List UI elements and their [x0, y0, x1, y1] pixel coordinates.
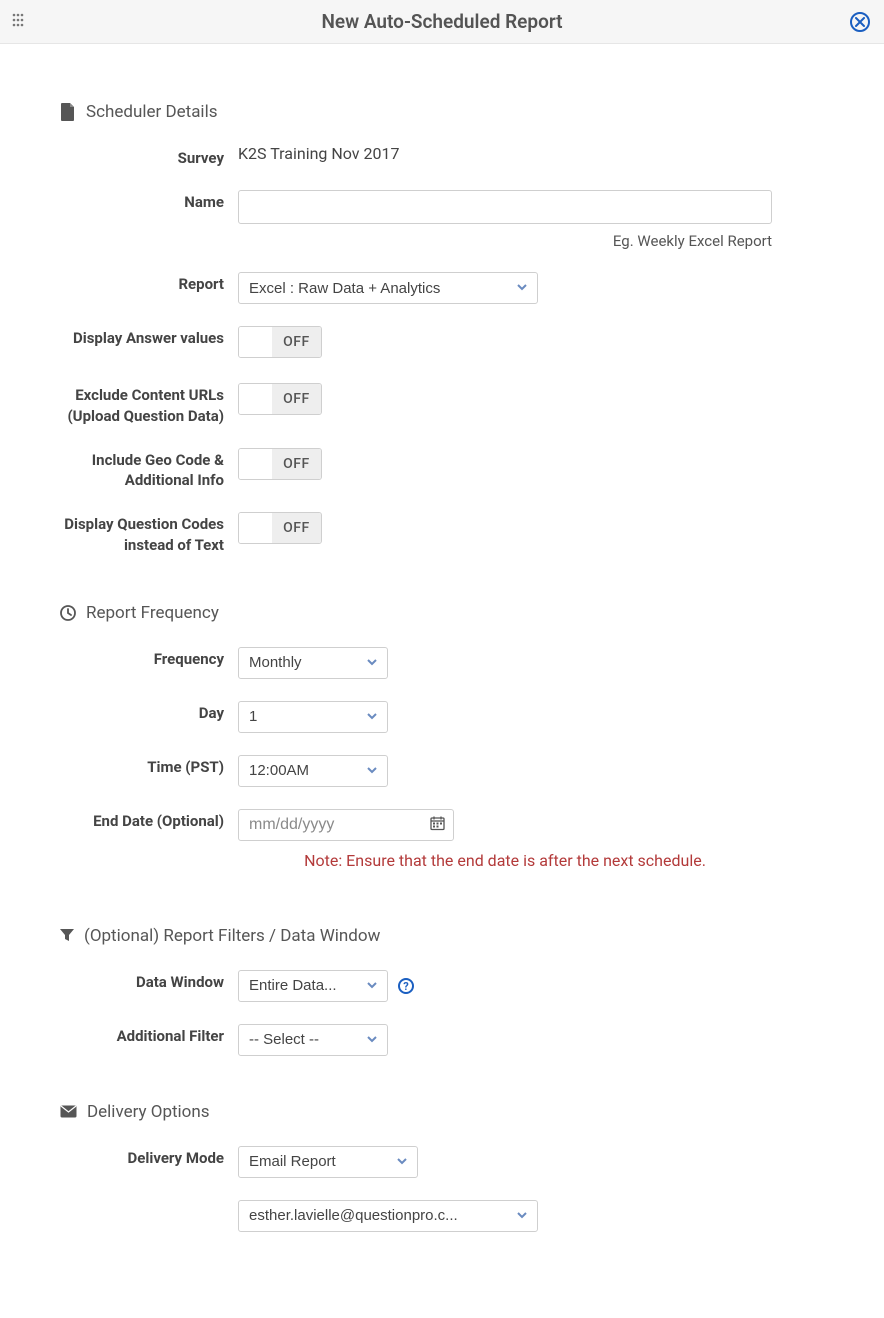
section-report-frequency: Report Frequency: [60, 603, 824, 623]
name-input[interactable]: [238, 190, 772, 224]
include-geo-toggle[interactable]: OFF: [238, 448, 322, 480]
delivery-mode-select[interactable]: Email Report: [238, 1146, 418, 1178]
survey-value: K2S Training Nov 2017: [238, 142, 824, 163]
time-select[interactable]: 12:00AM: [238, 755, 388, 787]
display-question-codes-toggle[interactable]: OFF: [238, 512, 322, 544]
section-title: Delivery Options: [87, 1102, 210, 1122]
section-delivery-options: Delivery Options: [60, 1102, 824, 1122]
section-report-filters: (Optional) Report Filters / Data Window: [60, 926, 824, 946]
section-title: (Optional) Report Filters / Data Window: [84, 926, 380, 946]
frequency-select[interactable]: Monthly: [238, 647, 388, 679]
envelope-icon: [60, 1105, 77, 1118]
data-window-label: Data Window: [60, 966, 238, 992]
data-window-select[interactable]: Entire Data...: [238, 970, 388, 1002]
dialog-title: New Auto-Scheduled Report: [321, 10, 562, 33]
calendar-icon[interactable]: [430, 815, 445, 834]
section-title: Report Frequency: [86, 603, 219, 623]
section-scheduler-details: Scheduler Details: [60, 102, 824, 122]
name-label: Name: [60, 186, 238, 212]
end-date-note: Note: Ensure that the end date is after …: [238, 851, 772, 870]
additional-filter-label: Additional Filter: [60, 1020, 238, 1046]
help-icon[interactable]: ?: [398, 978, 414, 994]
day-label: Day: [60, 697, 238, 723]
drag-handle-icon[interactable]: [12, 13, 24, 31]
display-answer-values-label: Display Answer values: [60, 322, 238, 348]
document-icon: [60, 103, 76, 121]
end-date-input[interactable]: [238, 809, 454, 841]
delivery-mode-label: Delivery Mode: [60, 1142, 238, 1168]
svg-text:?: ?: [403, 980, 409, 993]
exclude-content-urls-toggle[interactable]: OFF: [238, 383, 322, 415]
name-hint: Eg. Weekly Excel Report: [238, 232, 772, 250]
report-select[interactable]: Excel : Raw Data + Analytics: [238, 272, 538, 304]
day-select[interactable]: 1: [238, 701, 388, 733]
end-date-label: End Date (Optional): [60, 805, 238, 831]
display-question-codes-label: Display Question Codes instead of Text: [60, 508, 238, 555]
additional-filter-select[interactable]: -- Select --: [238, 1024, 388, 1056]
filter-icon: [60, 929, 74, 943]
display-answer-values-toggle[interactable]: OFF: [238, 326, 322, 358]
dialog-header: New Auto-Scheduled Report: [0, 0, 884, 44]
include-geo-label: Include Geo Code & Additional Info: [60, 444, 238, 491]
exclude-content-urls-label: Exclude Content URLs (Upload Question Da…: [60, 379, 238, 426]
survey-label: Survey: [60, 142, 238, 168]
section-title: Scheduler Details: [86, 102, 217, 122]
delivery-email-select[interactable]: esther.lavielle@questionpro.c...: [238, 1200, 538, 1232]
report-label: Report: [60, 268, 238, 294]
close-button[interactable]: [850, 12, 870, 32]
time-label: Time (PST): [60, 751, 238, 777]
frequency-label: Frequency: [60, 643, 238, 669]
clock-icon: [60, 605, 76, 621]
